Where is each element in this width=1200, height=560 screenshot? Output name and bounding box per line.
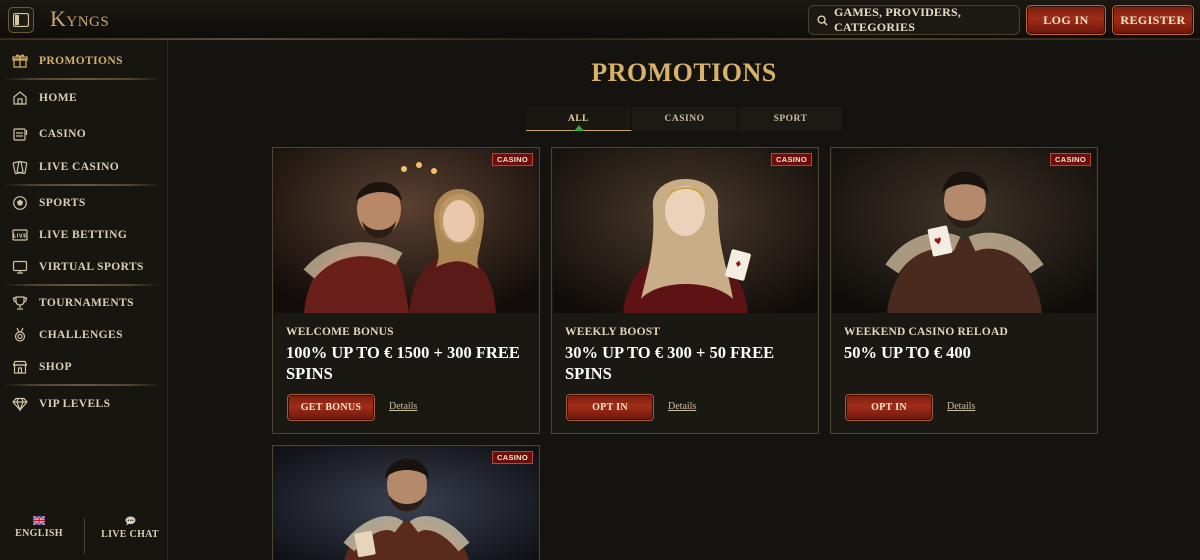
chat-bubble-icon [125, 516, 135, 526]
sidebar-item-challenges[interactable]: CHALLENGES [0, 320, 168, 350]
sidebar-divider [4, 184, 160, 186]
promo-card-casino: CASINO [272, 445, 540, 560]
trophy-icon [12, 296, 28, 310]
promo-card-welcome-bonus: CASINO WELCOME BONUS 100% UP TO € 1500 +… [272, 147, 540, 434]
sidebar-item-vip-levels[interactable]: VIP LEVELS [0, 389, 168, 419]
page-title: PROMOTIONS [591, 58, 777, 87]
opt-in-button[interactable]: OPT IN [566, 394, 654, 421]
uk-flag-icon [33, 516, 45, 525]
diamond-icon [12, 397, 28, 412]
details-link[interactable]: Details [668, 401, 696, 412]
tab-sport[interactable]: SPORT [738, 107, 844, 131]
promo-card-weekend-reload: ♥ CASINO WEEKEND CASINO RELOAD 50% UP TO… [830, 147, 1098, 434]
category-badge: CASINO [771, 153, 812, 166]
shop-icon [12, 360, 28, 374]
sidebar-divider [4, 284, 160, 286]
promo-subtitle: WEEKEND CASINO RELOAD [844, 326, 1008, 338]
category-badge: CASINO [492, 451, 533, 464]
promo-image: ♥ [832, 149, 1096, 313]
search-label: GAMES, PROVIDERS, CATEGORIES [834, 5, 962, 34]
medal-icon [14, 327, 26, 342]
details-link[interactable]: Details [947, 401, 975, 412]
promo-illustration: ♥ [832, 149, 1096, 313]
category-badge: CASINO [492, 153, 533, 166]
promo-card-weekly-boost: ♦ CASINO WEEKLY BOOST 30% UP TO € 300 + … [551, 147, 819, 434]
sidebar-item-label: TOURNAMENTS [39, 297, 134, 309]
promo-illustration [274, 149, 538, 313]
search-icon [817, 14, 828, 26]
sidebar-item-label: HOME [39, 92, 78, 104]
sidebar-divider [4, 384, 160, 386]
promo-title: 100% UP TO € 1500 + 300 FREE SPINS [286, 343, 520, 383]
sidebar-item-sports[interactable]: SPORTS [0, 188, 168, 218]
sidebar-item-label: PROMOTIONS [39, 55, 123, 67]
details-link[interactable]: Details [389, 401, 417, 412]
sidebar-item-label: CASINO [39, 128, 87, 140]
sidebar-divider [4, 78, 160, 80]
promo-image: ♦ [553, 149, 817, 313]
register-button[interactable]: REGISTER [1112, 5, 1194, 35]
get-bonus-button[interactable]: GET BONUS [287, 394, 375, 421]
sidebar-item-label: VIP LEVELS [39, 398, 111, 410]
promo-title: 50% UP TO € 400 [844, 343, 971, 362]
search-input[interactable]: GAMES, PROVIDERS, CATEGORIES [808, 5, 1020, 35]
sidebar: PROMOTIONS HOME CASINO LIVE CASINO SPORT… [0, 40, 168, 560]
promo-image [274, 149, 538, 313]
sidebar-footer: ENGLISH LIVE CHAT [0, 510, 168, 560]
logo[interactable]: Kyngs [50, 6, 109, 32]
sidebar-item-label: SHOP [39, 361, 72, 373]
soccer-ball-icon [13, 196, 27, 210]
home-icon [13, 91, 27, 105]
promotion-tabs: ALL CASINO SPORT [526, 107, 844, 131]
sidebar-toggle-button[interactable] [8, 7, 34, 33]
sidebar-item-virtual-sports[interactable]: VIRTUAL SPORTS [0, 252, 168, 282]
sidebar-item-label: CHALLENGES [39, 329, 123, 341]
monitor-icon [12, 260, 28, 274]
language-label: ENGLISH [15, 528, 63, 539]
sidebar-item-shop[interactable]: SHOP [0, 352, 168, 382]
sidebar-item-casino[interactable]: CASINO [0, 119, 168, 149]
opt-in-button[interactable]: OPT IN [845, 394, 933, 421]
sidebar-item-promotions[interactable]: PROMOTIONS [0, 46, 168, 76]
svg-text:LIVE: LIVE [13, 234, 27, 240]
live-icon: LIVE [12, 229, 28, 241]
promo-title: 30% UP TO € 300 + 50 FREE SPINS [565, 343, 775, 383]
promo-illustration: ♦ [553, 149, 817, 313]
category-badge: CASINO [1050, 153, 1091, 166]
promo-subtitle: WELCOME BONUS [286, 326, 394, 338]
sidebar-item-label: LIVE BETTING [39, 229, 128, 241]
slot-machine-icon [13, 128, 28, 141]
sidebar-item-home[interactable]: HOME [0, 83, 168, 113]
live-chat-label: LIVE CHAT [101, 529, 159, 540]
login-button[interactable]: LOG IN [1026, 5, 1106, 35]
promo-subtitle: WEEKLY BOOST [565, 326, 661, 338]
cards-icon [12, 160, 28, 175]
sidebar-item-label: VIRTUAL SPORTS [39, 261, 144, 273]
tab-casino[interactable]: CASINO [632, 107, 738, 131]
sidebar-item-live-casino[interactable]: LIVE CASINO [0, 152, 168, 182]
tab-all[interactable]: ALL [526, 107, 632, 131]
language-selector[interactable]: ENGLISH [14, 516, 64, 539]
sidebar-toggle-icon [13, 13, 29, 27]
top-header: Kyngs GAMES, PROVIDERS, CATEGORIES LOG I… [0, 0, 1200, 40]
footer-separator [84, 518, 85, 554]
gift-icon [12, 54, 28, 68]
sidebar-item-label: SPORTS [39, 197, 86, 209]
sidebar-item-tournaments[interactable]: TOURNAMENTS [0, 288, 168, 318]
live-chat-button[interactable]: LIVE CHAT [100, 516, 160, 540]
sidebar-item-live-betting[interactable]: LIVE LIVE BETTING [0, 220, 168, 250]
sidebar-item-label: LIVE CASINO [39, 161, 120, 173]
